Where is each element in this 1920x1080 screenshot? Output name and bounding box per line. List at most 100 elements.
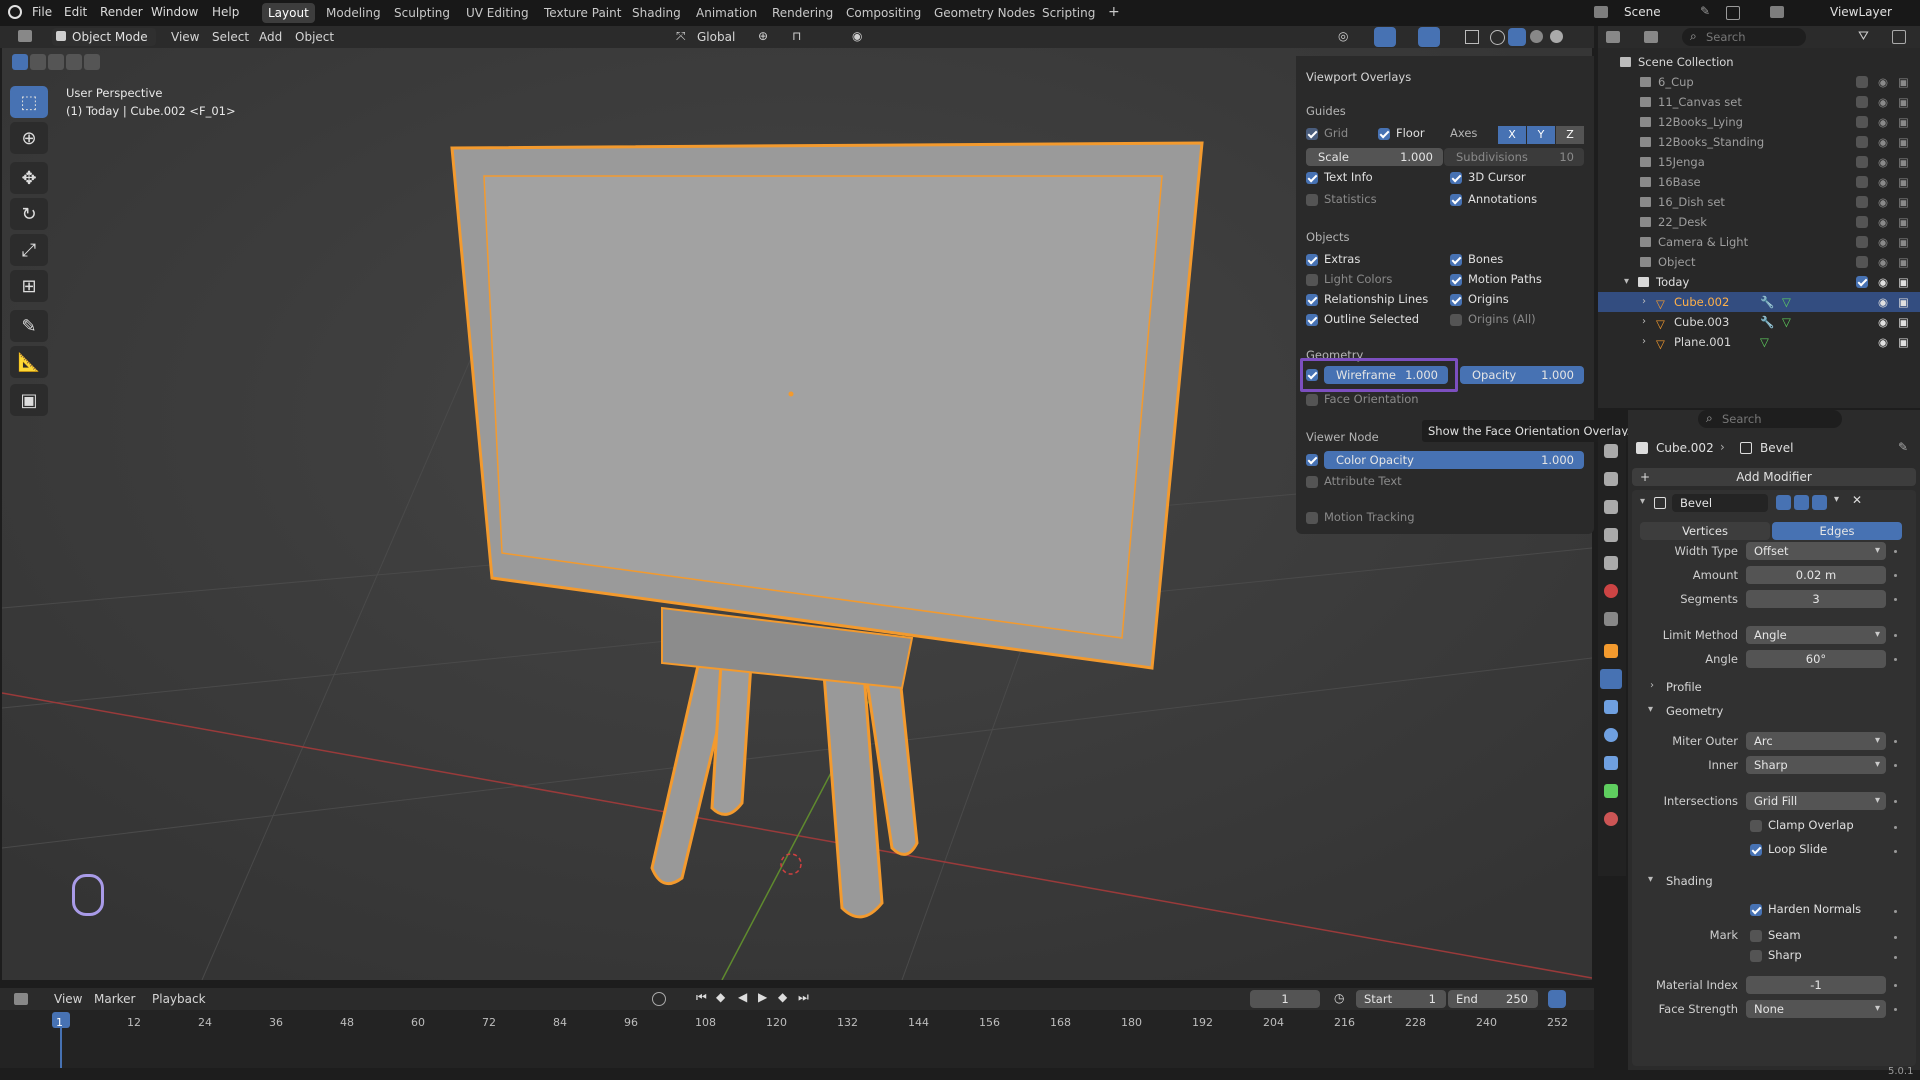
expand-chevron-icon[interactable]: ▾: [1624, 272, 1629, 292]
origins-all-checkbox[interactable]: [1450, 314, 1462, 326]
attribute-text-checkbox[interactable]: [1306, 476, 1318, 488]
scale-tool-icon[interactable]: ⤢: [10, 234, 48, 266]
modifier-wrench-icon[interactable]: 🔧: [1760, 312, 1774, 332]
exclude-checkbox[interactable]: [1856, 196, 1868, 208]
object-mode-dropdown[interactable]: Object Mode: [52, 28, 156, 46]
clamp-overlap-checkbox[interactable]: [1750, 820, 1762, 832]
wireframe-shading-icon[interactable]: [1490, 30, 1505, 45]
current-frame-field[interactable]: 1: [1250, 990, 1320, 1008]
object-row-cube-002[interactable]: › ▽ Cube.002 🔧 ▽ ◉ ▣: [1598, 292, 1920, 312]
transform-orientation-icon[interactable]: ⤧: [676, 29, 686, 44]
collection-row[interactable]: 16_Dish set ◉ ▣: [1598, 192, 1920, 212]
transform-orientation-dropdown[interactable]: Global: [697, 30, 735, 44]
tab-uv-editing[interactable]: UV Editing: [460, 3, 535, 23]
width-type-dropdown[interactable]: Offset: [1746, 542, 1886, 560]
move-tool-icon[interactable]: ✥: [10, 162, 48, 194]
keyframe-dot[interactable]: [1894, 956, 1897, 959]
exclude-checkbox[interactable]: [1856, 256, 1868, 268]
collection-row[interactable]: 22_Desk ◉ ▣: [1598, 212, 1920, 232]
blender-logo-icon[interactable]: [8, 5, 22, 19]
today-collection-row[interactable]: ▾ Today ◉ ▣: [1598, 272, 1920, 292]
timeline-editor-icon[interactable]: [14, 993, 28, 1005]
camera-icon[interactable]: ▣: [1898, 112, 1909, 132]
particles-tab-icon[interactable]: [1604, 700, 1618, 714]
camera-icon[interactable]: ▣: [1898, 232, 1909, 252]
bones-checkbox[interactable]: [1450, 254, 1462, 266]
exclude-checkbox[interactable]: [1856, 136, 1868, 148]
menu-select[interactable]: Select: [212, 30, 249, 44]
camera-icon[interactable]: ▣: [1898, 252, 1909, 272]
exclude-checkbox[interactable]: [1856, 156, 1868, 168]
scene-icon[interactable]: [1594, 6, 1608, 18]
wireframe-checkbox[interactable]: [1306, 369, 1318, 381]
scene-collection-row[interactable]: Scene Collection: [1598, 52, 1920, 72]
eye-icon[interactable]: ◉: [1878, 232, 1888, 252]
edges-tab[interactable]: Edges: [1772, 522, 1902, 540]
keyframe-dot[interactable]: [1894, 634, 1897, 637]
material-shading-icon[interactable]: [1530, 30, 1543, 43]
filter-icon[interactable]: ⛛: [1858, 29, 1869, 44]
gizmo-icon[interactable]: [1374, 27, 1396, 47]
today-exclude-checkbox[interactable]: [1856, 276, 1868, 288]
select-invert-icon[interactable]: [66, 54, 82, 70]
keyframe-dot[interactable]: [1894, 550, 1897, 553]
keyframe-dot[interactable]: [1894, 984, 1897, 987]
tab-shading[interactable]: Shading: [626, 3, 687, 23]
loop-slide-checkbox[interactable]: [1750, 844, 1762, 856]
exclude-checkbox[interactable]: [1856, 176, 1868, 188]
menu-view[interactable]: View: [171, 30, 199, 44]
subdivisions-field[interactable]: Subdivisions 10: [1444, 148, 1584, 166]
relationship-lines-checkbox[interactable]: [1306, 294, 1318, 306]
camera-icon[interactable]: ▣: [1898, 292, 1909, 312]
select-extend-icon[interactable]: [30, 54, 46, 70]
exclude-checkbox[interactable]: [1856, 116, 1868, 128]
add-workspace-plus-icon[interactable]: +: [1102, 2, 1126, 22]
exclude-checkbox[interactable]: [1856, 216, 1868, 228]
eye-icon[interactable]: ◉: [1878, 172, 1888, 192]
select-new-icon[interactable]: [12, 54, 28, 70]
material-index-field[interactable]: -1: [1746, 976, 1886, 994]
timeline-menu-playback[interactable]: Playback: [152, 992, 206, 1006]
keyframe-dot[interactable]: [1894, 574, 1897, 577]
miter-outer-dropdown[interactable]: Arc: [1746, 732, 1886, 750]
menu-help[interactable]: Help: [212, 5, 239, 19]
menu-window[interactable]: Window: [151, 5, 198, 19]
3d-cursor-checkbox[interactable]: [1450, 172, 1462, 184]
motion-paths-checkbox[interactable]: [1450, 274, 1462, 286]
remove-modifier-close-icon[interactable]: ✕: [1852, 493, 1862, 507]
vertices-tab[interactable]: Vertices: [1640, 522, 1770, 540]
statistics-checkbox[interactable]: [1306, 194, 1318, 206]
overlays-toggle-icon[interactable]: [1418, 27, 1440, 47]
eye-icon[interactable]: ◉: [1878, 132, 1888, 152]
geometry-subpanel-header[interactable]: Geometry: [1666, 704, 1723, 718]
data-tab-icon[interactable]: [1604, 784, 1618, 798]
modifier-tab-icon[interactable]: [1600, 669, 1622, 689]
shading-subpanel-header[interactable]: Shading: [1666, 874, 1713, 888]
tab-compositing[interactable]: Compositing: [840, 3, 927, 23]
tab-scripting[interactable]: Scripting: [1036, 3, 1101, 23]
proportional-edit-icon[interactable]: ◉: [852, 29, 862, 43]
timeline-menu-view[interactable]: View: [54, 992, 82, 1006]
color-opacity-checkbox[interactable]: [1306, 454, 1318, 466]
camera-icon[interactable]: ▣: [1898, 192, 1909, 212]
rotate-tool-icon[interactable]: ↻: [10, 198, 48, 230]
eye-icon[interactable]: ◉: [1878, 292, 1888, 312]
keyframe-dot[interactable]: [1894, 740, 1897, 743]
display-mode-icon[interactable]: [1644, 31, 1658, 43]
collection-row[interactable]: 16Base ◉ ▣: [1598, 172, 1920, 192]
modifier-menu-chevron-icon[interactable]: ▾: [1834, 494, 1839, 505]
axis-x-toggle[interactable]: X: [1498, 126, 1526, 144]
select-subtract-icon[interactable]: [48, 54, 64, 70]
start-frame-field[interactable]: Start 1: [1356, 990, 1446, 1008]
material-tab-icon[interactable]: [1604, 812, 1618, 826]
solid-shading-icon[interactable]: [1508, 28, 1526, 46]
tab-sculpting[interactable]: Sculpting: [388, 3, 456, 23]
eye-icon[interactable]: ◉: [1878, 152, 1888, 172]
play-icon[interactable]: ▶: [758, 990, 767, 1004]
new-collection-icon[interactable]: [1892, 30, 1906, 44]
camera-icon[interactable]: ▣: [1898, 272, 1909, 292]
keyframe-dot[interactable]: [1894, 1008, 1897, 1011]
seam-checkbox[interactable]: [1750, 930, 1762, 942]
expand-chevron-icon[interactable]: ›: [1642, 292, 1646, 312]
editor-type-icon[interactable]: [18, 30, 32, 42]
